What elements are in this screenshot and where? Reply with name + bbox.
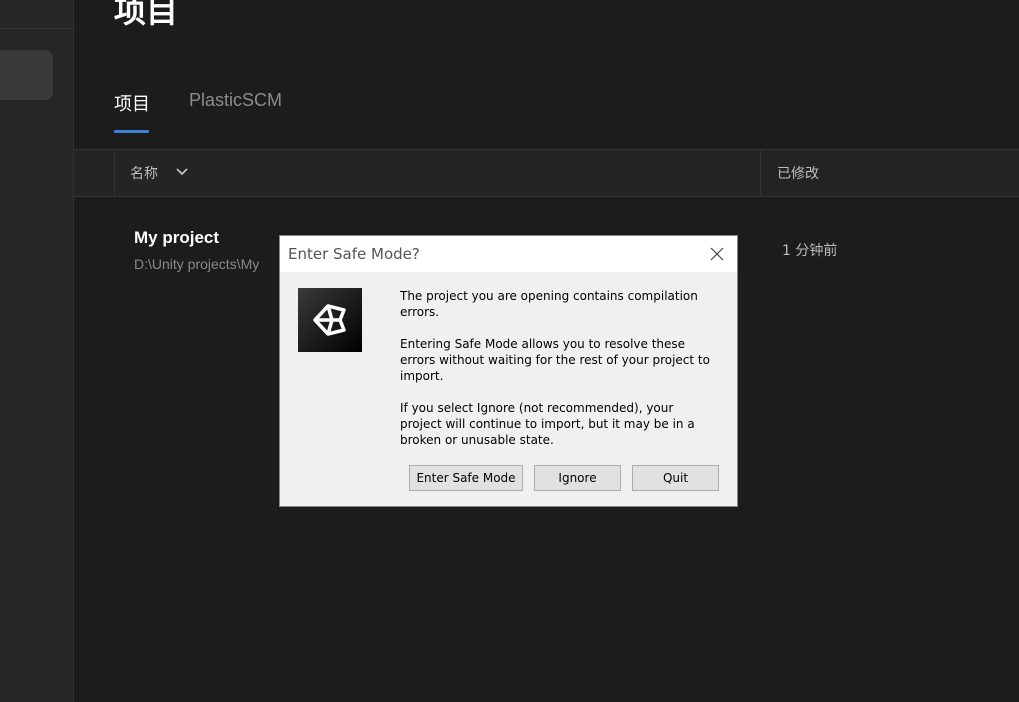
chevron-down-icon[interactable]	[174, 164, 190, 180]
project-modified-time: 1 分钟前	[782, 243, 838, 259]
table-header: 名称 已修改	[74, 149, 1019, 197]
project-path: D:\Unity projects\My	[134, 256, 260, 272]
column-header-name[interactable]: 名称	[130, 163, 158, 183]
dialog-title: Enter Safe Mode?	[288, 245, 420, 263]
column-divider	[114, 150, 115, 196]
dialog-message: The project you are opening contains com…	[400, 288, 710, 464]
page-title: 项目	[114, 0, 179, 30]
tab-projects[interactable]: 项目	[114, 90, 150, 116]
close-icon[interactable]	[708, 245, 726, 263]
enter-safe-mode-button[interactable]: Enter Safe Mode	[409, 465, 523, 491]
project-name[interactable]: My project	[134, 228, 219, 248]
ignore-button[interactable]: Ignore	[534, 465, 621, 491]
sidebar	[0, 0, 74, 702]
unity-logo-icon	[298, 288, 362, 352]
sidebar-item-projects[interactable]	[0, 50, 53, 100]
dialog-titlebar: Enter Safe Mode?	[280, 236, 737, 272]
column-header-modified[interactable]: 已修改	[777, 163, 819, 183]
dialog-paragraph: If you select Ignore (not recommended), …	[400, 401, 695, 447]
tab-plasticscm[interactable]: PlasticSCM	[189, 90, 282, 111]
column-divider	[760, 150, 761, 196]
quit-button[interactable]: Quit	[632, 465, 719, 491]
dialog-paragraph: Entering Safe Mode allows you to resolve…	[400, 337, 710, 383]
sidebar-divider	[0, 28, 73, 29]
active-tab-indicator	[114, 130, 149, 133]
dialog-paragraph: The project you are opening contains com…	[400, 289, 698, 319]
safe-mode-dialog: Enter Safe Mode? The project you are ope…	[279, 235, 738, 507]
